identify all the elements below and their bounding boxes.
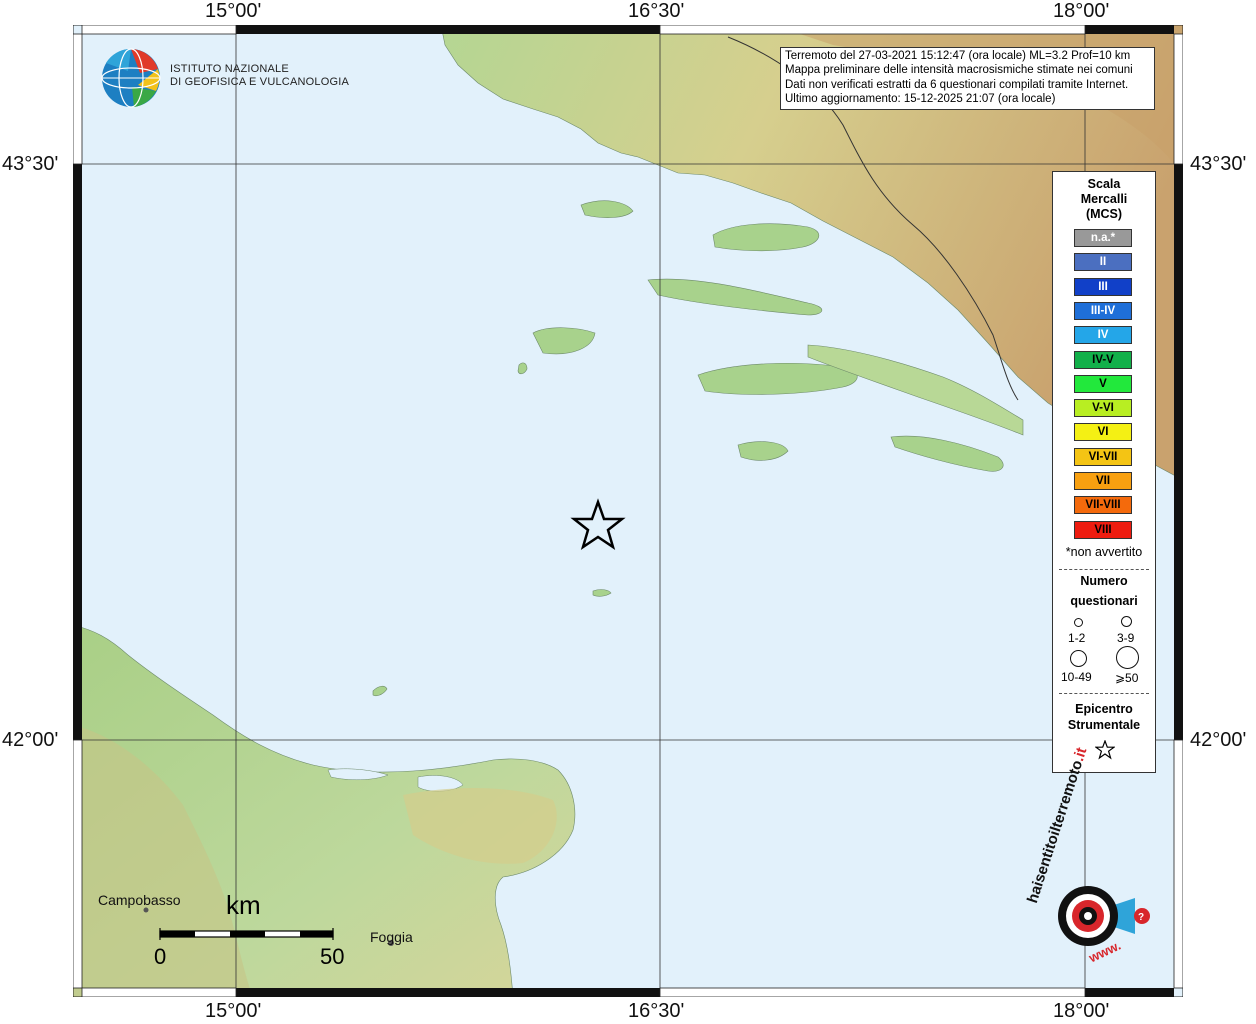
mcs-swatch-3: III-IV — [1074, 301, 1132, 320]
event-info-box: Terremoto del 27-03-2021 15:12:47 (ora l… — [780, 47, 1155, 110]
mcs-swatch-9: VI-VII — [1074, 447, 1132, 466]
scale-start: 0 — [154, 944, 167, 969]
q-circle-medium — [1121, 616, 1132, 627]
legend-title-line2: Mercalli — [1080, 192, 1128, 206]
legend-title-line1: Scala — [1087, 177, 1121, 191]
q-circle-large — [1070, 650, 1087, 667]
questionnaires-title-line2: questionari — [1070, 594, 1138, 608]
lat-label-left-1: 43°30' — [2, 153, 59, 175]
info-line3: Dati non verificati estratti da 6 questi… — [785, 78, 1129, 91]
campobasso-marker — [143, 907, 149, 913]
lat-label-left-2: 42°00' — [2, 729, 59, 751]
mcs-swatch-4: IV — [1074, 326, 1132, 345]
lon-label-top-1: 15°00' — [205, 0, 262, 22]
epicenter-title-line1: Epicentro — [1075, 702, 1133, 716]
lon-label-bottom-1: 15°00' — [205, 1000, 262, 1022]
q-label-1-2: 1-2 — [1068, 631, 1086, 645]
map-frame — [73, 25, 1183, 997]
lat-label-right-1: 43°30' — [1190, 153, 1247, 175]
mcs-swatch-0: n.a.* — [1074, 229, 1132, 247]
ingv-logo: ISTITUTO NAZIONALE DI GEOFISICA E VULCAN… — [100, 47, 360, 111]
scale-bar: km 0 50 — [150, 890, 350, 970]
ingv-logo-line2: DI GEOFISICA E VULCANOLOGIA — [170, 76, 349, 88]
q-circle-xlarge — [1116, 646, 1139, 669]
legend-star-icon — [1095, 740, 1115, 760]
lon-label-top-3: 18°00' — [1053, 0, 1110, 22]
questionnaires-title-line1: Numero — [1080, 574, 1128, 588]
info-line4: Ultimo aggiornamento: 15-12-2025 21:07 (… — [785, 93, 1056, 106]
svg-text:?: ? — [1138, 912, 1144, 923]
intensity-legend: Scala Mercalli (MCS) n.a.* II III III-IV IV I… — [1052, 171, 1156, 773]
scale-unit: km — [226, 890, 261, 920]
q-circle-small — [1074, 618, 1083, 627]
ingv-logo-line1: ISTITUTO NAZIONALE — [170, 63, 289, 75]
lon-label-top-2: 16°30' — [628, 0, 685, 22]
info-line1: Terremoto del 27-03-2021 15:12:47 (ora l… — [785, 50, 1131, 62]
ingv-globe-icon — [101, 48, 161, 108]
mcs-swatch-11: VII-VIII — [1074, 496, 1132, 515]
q-label-50plus: ⩾50 — [1115, 671, 1139, 685]
q-label-3-9: 3-9 — [1117, 631, 1135, 645]
hst-target-icon: ? — [1058, 886, 1150, 946]
mcs-swatch-6: V — [1074, 374, 1132, 393]
lon-label-bottom-3: 18°00' — [1053, 1000, 1110, 1022]
lat-label-right-2: 42°00' — [1190, 729, 1247, 751]
epicenter-title-line2: Strumentale — [1067, 718, 1141, 732]
mcs-swatch-1: II — [1074, 253, 1132, 272]
q-label-10-49: 10-49 — [1061, 670, 1092, 684]
mcs-swatch-5: IV-V — [1074, 350, 1132, 369]
mcs-swatch-7: V-VI — [1074, 399, 1132, 418]
place-foggia: Foggia — [370, 929, 413, 945]
legend-separator-1 — [1059, 569, 1149, 570]
mcs-swatch-2: III — [1074, 277, 1132, 296]
mcs-swatch-10: VII — [1074, 472, 1132, 490]
map-canvas — [73, 25, 1183, 997]
scale-bar-graphic — [159, 928, 334, 940]
not-felt-note: *non avvertito — [1065, 545, 1143, 559]
legend-title-line3: (MCS) — [1085, 207, 1123, 221]
mcs-swatch-12: VIII — [1074, 520, 1132, 539]
hst-logo: ? haisentitoilterremoto.it www. — [1024, 745, 1165, 982]
scale-end: 50 — [320, 944, 345, 969]
legend-separator-2 — [1059, 693, 1149, 694]
lon-label-bottom-2: 16°30' — [628, 1000, 685, 1022]
info-line2: Mappa preliminare delle intensità macros… — [785, 64, 1133, 77]
mcs-swatch-8: VI — [1074, 423, 1132, 442]
